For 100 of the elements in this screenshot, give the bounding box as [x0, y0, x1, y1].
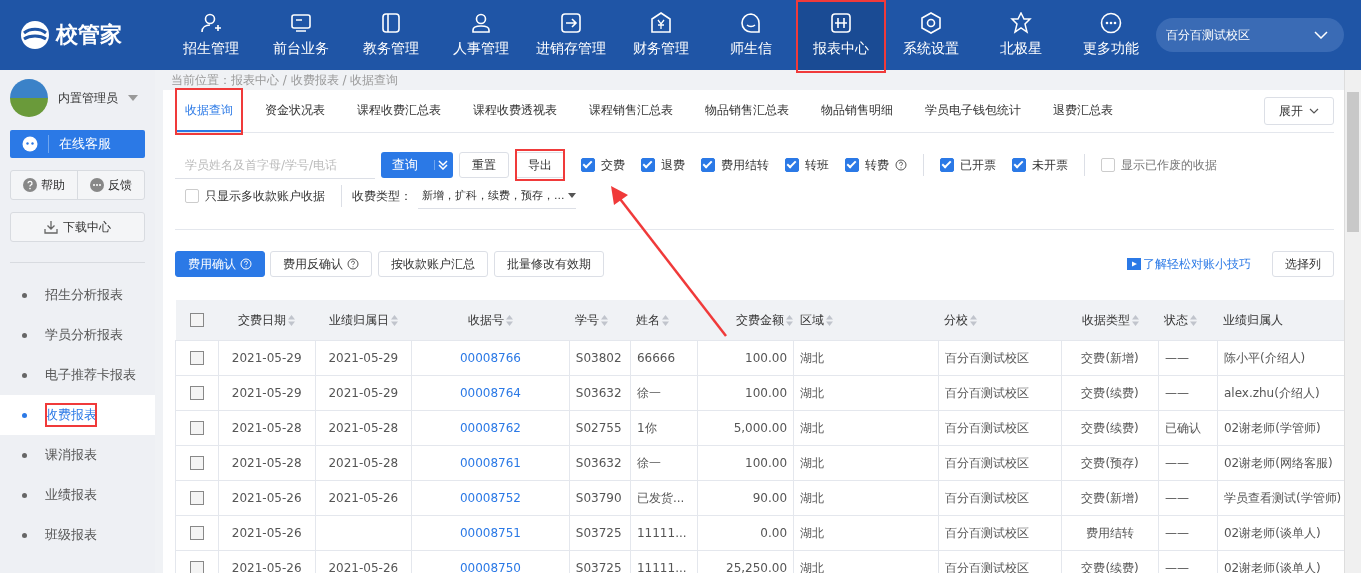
checkbox[interactable] — [1012, 158, 1026, 172]
table-cell: 66666 — [636, 351, 676, 365]
column-header[interactable]: 状态 — [1158, 300, 1218, 341]
checkbox[interactable] — [940, 158, 954, 172]
table-cell: 已确认 — [1164, 420, 1201, 435]
nav-item[interactable]: 前台业务 — [256, 0, 347, 70]
sidebar-item[interactable]: 业绩报表 — [45, 486, 97, 504]
help-button[interactable]: 帮助 — [11, 171, 77, 199]
column-header[interactable]: 分校 — [938, 300, 1062, 341]
tab[interactable]: 退费汇总表 — [1043, 90, 1123, 132]
tab[interactable]: 物品销售汇总表 — [695, 90, 799, 132]
table-cell: S03725 — [575, 561, 622, 573]
action-button[interactable]: 费用确认 — [175, 251, 265, 277]
column-header[interactable]: 交费金额 — [697, 300, 794, 341]
expand-button[interactable]: 展开 — [1264, 97, 1334, 125]
table-cell: 交费(新增) — [1081, 490, 1139, 505]
column-header[interactable]: 收据号 — [411, 300, 570, 341]
checkbox[interactable] — [581, 158, 595, 172]
receipt-link[interactable]: 00008766 — [459, 351, 521, 365]
chevron-down-icon — [1314, 31, 1328, 39]
feedback-button[interactable]: 反馈 — [77, 171, 144, 199]
table-cell: 02谢老师(谈单人) — [1223, 560, 1321, 573]
receipt-link[interactable]: 00008761 — [459, 456, 521, 470]
download-center-button[interactable]: 下载中心 — [10, 212, 145, 242]
checkbox[interactable] — [189, 526, 204, 540]
checkbox[interactable] — [189, 456, 204, 470]
scrollbar[interactable] — [1344, 70, 1361, 573]
fee-type-select[interactable]: 新增，扩科，续费，预存，... — [418, 183, 576, 209]
tab[interactable]: 课程收费透视表 — [463, 90, 567, 132]
download-icon — [44, 220, 58, 234]
checkbox[interactable] — [189, 351, 204, 365]
checkbox[interactable] — [845, 158, 859, 172]
tab[interactable]: 课程收费汇总表 — [347, 90, 451, 132]
checkbox[interactable] — [1101, 158, 1115, 172]
column-header[interactable]: 姓名 — [630, 300, 697, 341]
nav-item[interactable]: 报表中心 — [796, 0, 887, 70]
receipt-link[interactable]: 00008752 — [459, 491, 521, 505]
export-button[interactable]: 导出 — [515, 152, 565, 178]
table-cell: alex.zhu(介绍人) — [1223, 385, 1320, 400]
logo-text: 校管家 — [56, 21, 122, 49]
column-header[interactable]: 学号 — [569, 300, 631, 341]
nav-item[interactable]: 北极星 — [976, 0, 1067, 70]
table-cell: —— — [1164, 456, 1189, 470]
more-icon — [1100, 12, 1123, 34]
table-cell: 徐一 — [636, 385, 661, 400]
table-cell: 02谢老师(学管师) — [1223, 420, 1321, 435]
column-header[interactable]: 交费日期 — [218, 300, 315, 341]
checkbox[interactable] — [189, 386, 204, 400]
checkbox[interactable] — [189, 313, 204, 328]
receipt-link[interactable]: 00008762 — [459, 421, 521, 435]
nav-item[interactable]: 教务管理 — [346, 0, 437, 70]
online-support-button[interactable]: 在线客服 — [10, 130, 145, 158]
checkbox[interactable] — [189, 491, 204, 505]
receipt-link[interactable]: 00008764 — [459, 386, 521, 400]
table-cell: 费用结转 — [1086, 525, 1135, 540]
nav-item[interactable]: 进销存管理 — [526, 0, 617, 70]
table-cell: 交费(新增) — [1081, 350, 1139, 365]
sidebar-item[interactable]: 班级报表 — [45, 526, 97, 544]
query-button[interactable]: 查询 — [381, 152, 453, 178]
nav-item[interactable]: 系统设置 — [886, 0, 977, 70]
bullet-icon — [22, 292, 27, 298]
choose-columns-button[interactable]: 选择列 — [1272, 251, 1334, 277]
sidebar-item[interactable]: 学员分析报表 — [45, 326, 123, 344]
tab[interactable]: 资金状况表 — [255, 90, 335, 132]
table-cell: 交费(续费) — [1081, 385, 1139, 400]
nav-item[interactable]: 更多功能 — [1066, 0, 1157, 70]
tab[interactable]: 物品销售明细 — [811, 90, 903, 132]
action-button[interactable]: 批量修改有效期 — [494, 251, 604, 277]
user-icon — [470, 12, 493, 34]
reset-button[interactable]: 重置 — [459, 152, 509, 178]
column-header[interactable]: 区域 — [793, 300, 939, 341]
tab[interactable]: 课程销售汇总表 — [579, 90, 683, 132]
sidebar-item[interactable]: 电子推荐卡报表 — [45, 366, 136, 384]
checkbox[interactable] — [641, 158, 655, 172]
column-header[interactable]: 收据类型 — [1061, 300, 1159, 341]
checkbox[interactable] — [189, 561, 204, 573]
checkbox[interactable] — [189, 421, 204, 435]
checkbox-label: 费用结转 — [721, 156, 769, 174]
table-cell: 百分百测试校区 — [944, 385, 1029, 400]
campus-dropdown[interactable]: 百分百测试校区 — [1156, 18, 1344, 52]
nav-item[interactable]: 招生管理 — [166, 0, 257, 70]
action-button[interactable]: 费用反确认 — [270, 251, 372, 277]
checkbox[interactable] — [785, 158, 799, 172]
nav-item[interactable]: 师生信 — [706, 0, 797, 70]
nav-item[interactable]: 人事管理 — [436, 0, 527, 70]
tab[interactable]: 收据查询 — [175, 90, 243, 132]
table-cell: 2021-05-28 — [328, 421, 399, 435]
action-button[interactable]: 按收款账户汇总 — [378, 251, 488, 277]
checkbox[interactable] — [185, 189, 199, 203]
sidebar-item[interactable]: 课消报表 — [45, 446, 97, 464]
receipt-link[interactable]: 00008751 — [459, 526, 521, 540]
chat-dots-icon — [90, 178, 104, 192]
column-header[interactable]: 业绩归属日 — [315, 300, 412, 341]
bullet-icon — [22, 452, 27, 458]
tab[interactable]: 学员电子钱包统计 — [915, 90, 1031, 132]
tips-link[interactable]: 了解轻松对账小技巧 — [1127, 255, 1251, 273]
nav-item[interactable]: 财务管理 — [616, 0, 707, 70]
checkbox[interactable] — [701, 158, 715, 172]
table-cell: 90.00 — [752, 491, 788, 505]
sidebar-item[interactable]: 招生分析报表 — [45, 286, 123, 304]
